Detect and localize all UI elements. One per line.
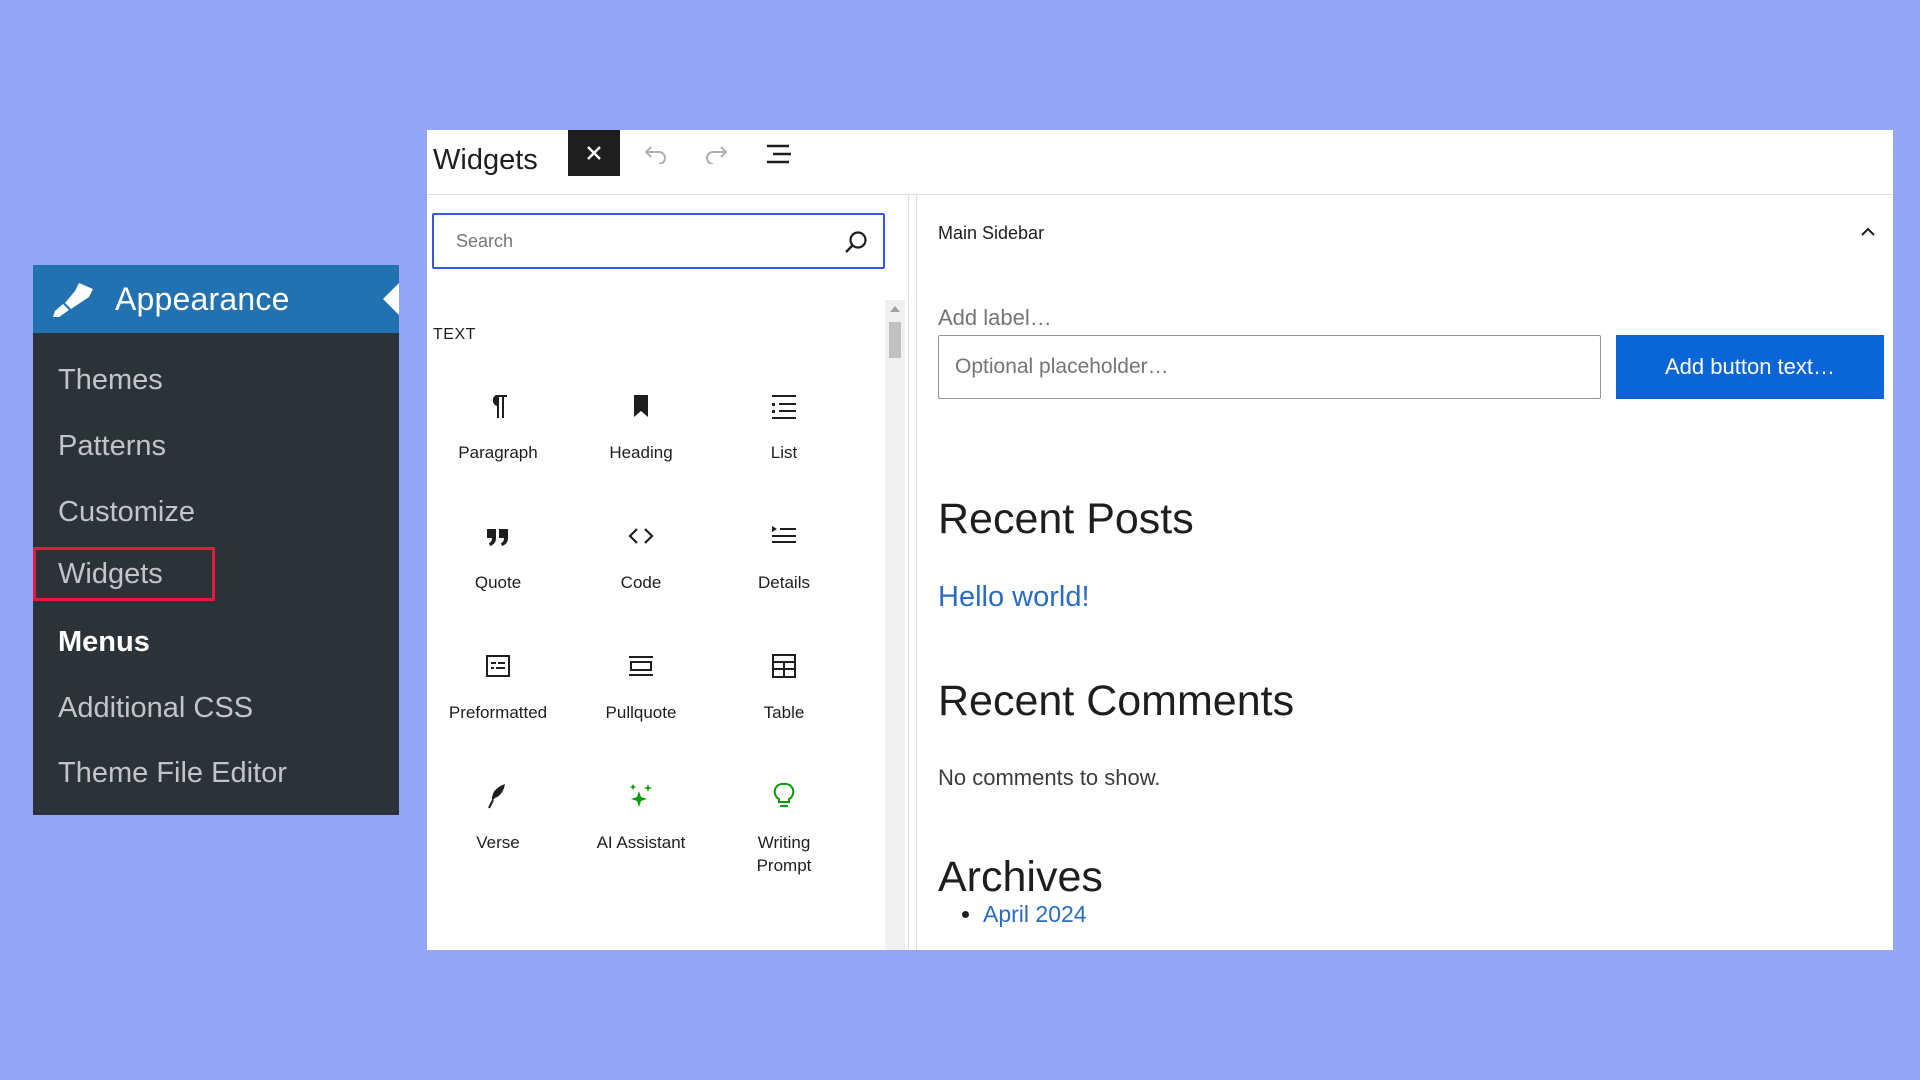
pullquote-icon xyxy=(629,656,653,676)
paragraph-icon xyxy=(492,395,507,418)
recent-comments-heading[interactable]: Recent Comments xyxy=(938,677,1294,726)
close-icon xyxy=(587,146,601,160)
search-icon[interactable] xyxy=(843,229,869,255)
block-label: Writing Prompt xyxy=(756,833,812,875)
block-writing-prompt[interactable]: Writing Prompt xyxy=(719,765,849,875)
block-label: List xyxy=(770,443,798,462)
undo-icon xyxy=(644,146,666,164)
block-ai-assistant[interactable]: AI Assistant xyxy=(576,765,706,875)
submenu-item-widgets[interactable]: Widgets xyxy=(33,547,215,601)
submenu-item-additional-css[interactable]: Additional CSS xyxy=(33,681,399,735)
block-heading[interactable]: Heading xyxy=(576,375,706,485)
search-widget-button[interactable]: Add button text… xyxy=(1616,335,1884,399)
admin-menu: Appearance Themes Patterns Customize Wid… xyxy=(33,265,399,815)
list-view-icon xyxy=(767,144,791,164)
block-label: Paragraph xyxy=(458,443,538,462)
block-list[interactable]: List xyxy=(719,375,849,485)
block-details[interactable]: Details xyxy=(719,505,849,615)
block-label: Pullquote xyxy=(605,703,677,722)
current-menu-notch xyxy=(383,283,399,315)
block-code[interactable]: Code xyxy=(576,505,706,615)
close-inserter-button[interactable] xyxy=(568,130,620,176)
code-icon xyxy=(628,528,654,544)
inserter-scrollbar[interactable] xyxy=(885,300,905,950)
block-label: Quote xyxy=(474,573,522,592)
appearance-menu-header[interactable]: Appearance xyxy=(33,265,399,333)
preformatted-icon xyxy=(486,655,510,677)
scroll-thumb[interactable] xyxy=(889,322,901,358)
no-comments-text: No comments to show. xyxy=(938,765,1161,790)
submenu-item-themes[interactable]: Themes xyxy=(33,353,399,407)
block-label: Verse xyxy=(476,833,520,852)
verse-icon xyxy=(488,784,505,809)
block-verse[interactable]: Verse xyxy=(433,765,563,875)
archive-link[interactable]: April 2024 xyxy=(983,901,1087,928)
scroll-up-arrow[interactable] xyxy=(890,306,900,312)
sparkle-icon xyxy=(630,784,652,807)
panel-divider xyxy=(916,195,917,950)
submenu-item-customize[interactable]: Customize xyxy=(33,485,399,539)
redo-icon xyxy=(706,146,728,164)
main-sidebar-area: Main Sidebar Add label… Add button text…… xyxy=(916,195,1893,950)
table-icon xyxy=(772,654,796,678)
lightbulb-icon xyxy=(773,782,795,807)
block-label: Heading xyxy=(609,443,673,462)
block-preformatted[interactable]: Preformatted xyxy=(433,635,563,745)
block-table[interactable]: Table xyxy=(719,635,849,745)
submenu-item-theme-file-editor[interactable]: Theme File Editor xyxy=(33,746,399,800)
list-view-button[interactable] xyxy=(759,140,799,168)
recent-posts-heading[interactable]: Recent Posts xyxy=(938,495,1194,544)
search-widget-input[interactable] xyxy=(953,354,1577,380)
list-icon xyxy=(772,395,796,419)
block-label: Code xyxy=(620,573,662,592)
block-inserter: TEXT Paragraph Heading List xyxy=(427,195,909,950)
undo-button[interactable] xyxy=(635,140,675,168)
block-label: Details xyxy=(758,573,810,592)
block-search xyxy=(432,213,885,269)
category-label: TEXT xyxy=(433,326,476,343)
block-label: Table xyxy=(763,703,805,722)
block-paragraph[interactable]: Paragraph xyxy=(433,375,563,485)
appearance-label: Appearance xyxy=(115,280,290,317)
editor-toolbar: Widgets xyxy=(427,130,1893,195)
block-label: Preformatted xyxy=(448,703,548,722)
heading-icon xyxy=(634,395,648,417)
details-icon xyxy=(772,526,796,543)
block-quote[interactable]: Quote xyxy=(433,505,563,615)
recent-post-link[interactable]: Hello world! xyxy=(938,581,1090,614)
block-label: AI Assistant xyxy=(596,833,686,852)
page-title: Widgets xyxy=(433,144,538,176)
widgets-editor: Widgets Search TEXT Paragraph Heading Li… xyxy=(427,130,1893,950)
block-pullquote[interactable]: Pullquote xyxy=(576,635,706,745)
paintbrush-icon xyxy=(53,283,93,317)
redo-button[interactable] xyxy=(697,140,737,168)
search-widget-label[interactable]: Add label… xyxy=(938,305,1052,331)
chevron-up-icon[interactable] xyxy=(1857,221,1879,243)
widget-area-title: Main Sidebar xyxy=(938,223,1045,243)
submenu-item-menus[interactable]: Menus xyxy=(33,615,399,669)
submenu-item-patterns[interactable]: Patterns xyxy=(33,419,399,473)
search-widget-field xyxy=(938,335,1601,399)
archives-heading[interactable]: Archives xyxy=(938,853,1103,902)
archives-list: April 2024 xyxy=(956,901,1087,928)
quote-icon xyxy=(487,529,508,546)
block-search-input[interactable] xyxy=(454,229,828,253)
